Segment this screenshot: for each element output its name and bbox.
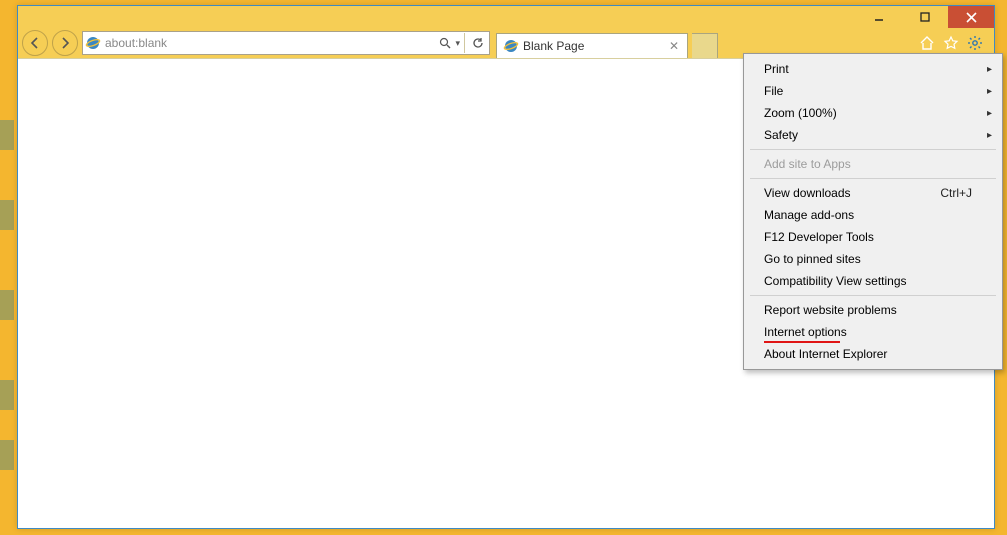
menu-item-zoom[interactable]: Zoom (100%) ▸ (746, 102, 1000, 124)
menu-item-about-ie[interactable]: About Internet Explorer (746, 343, 1000, 365)
menu-label: Zoom (100%) (764, 106, 837, 120)
maximize-button[interactable] (902, 6, 948, 28)
menu-item-view-downloads[interactable]: View downloads Ctrl+J (746, 182, 1000, 204)
home-icon[interactable] (918, 34, 936, 52)
new-tab-button[interactable] (692, 33, 718, 58)
menu-item-manage-addons[interactable]: Manage add-ons (746, 204, 1000, 226)
menu-label: Go to pinned sites (764, 252, 861, 266)
desktop-icon (0, 290, 14, 320)
menu-shortcut: Ctrl+J (940, 186, 972, 200)
menu-label: Internet options (764, 325, 847, 339)
chevron-right-icon: ▸ (987, 130, 992, 141)
tab-title: Blank Page (523, 39, 667, 53)
tools-gear-icon[interactable] (966, 34, 984, 52)
chevron-right-icon: ▸ (987, 108, 992, 119)
menu-label: Add site to Apps (764, 157, 851, 171)
tools-menu: Print ▸ File ▸ Zoom (100%) ▸ Safety ▸ Ad… (743, 53, 1003, 370)
menu-item-print[interactable]: Print ▸ (746, 58, 1000, 80)
browser-tab[interactable]: Blank Page ✕ (496, 33, 688, 58)
search-dropdown-icon[interactable]: ▾ (455, 38, 460, 49)
address-text[interactable]: about:blank (105, 36, 436, 50)
menu-label: Compatibility View settings (764, 274, 907, 288)
menu-separator (750, 149, 996, 150)
menu-item-compatibility-view[interactable]: Compatibility View settings (746, 270, 1000, 292)
back-button[interactable] (22, 30, 48, 56)
address-bar[interactable]: about:blank ▾ (82, 31, 490, 55)
menu-label: View downloads (764, 186, 851, 200)
chevron-right-icon: ▸ (987, 64, 992, 75)
tab-close-icon[interactable]: ✕ (667, 39, 681, 53)
menu-item-safety[interactable]: Safety ▸ (746, 124, 1000, 146)
menu-item-report-problems[interactable]: Report website problems (746, 299, 1000, 321)
chevron-right-icon: ▸ (987, 86, 992, 97)
window-titlebar[interactable] (18, 6, 994, 28)
menu-label: F12 Developer Tools (764, 230, 874, 244)
close-button[interactable] (948, 6, 994, 28)
menu-label: Manage add-ons (764, 208, 854, 222)
search-icon[interactable] (436, 34, 454, 52)
menu-label: Report website problems (764, 303, 897, 317)
address-bar-buttons: ▾ (436, 33, 487, 53)
separator (464, 33, 465, 53)
ie-logo-icon (85, 35, 101, 51)
menu-item-file[interactable]: File ▸ (746, 80, 1000, 102)
menu-separator (750, 295, 996, 296)
menu-item-add-site-to-apps: Add site to Apps (746, 153, 1000, 175)
menu-label: Print (764, 62, 789, 76)
toolbar-right (918, 34, 990, 52)
menu-item-f12-developer-tools[interactable]: F12 Developer Tools (746, 226, 1000, 248)
desktop-icon (0, 200, 14, 230)
menu-label: Safety (764, 128, 798, 142)
menu-item-pinned-sites[interactable]: Go to pinned sites (746, 248, 1000, 270)
desktop-icon (0, 120, 14, 150)
menu-label: About Internet Explorer (764, 347, 887, 361)
ie-logo-icon (503, 38, 519, 54)
desktop-icon (0, 380, 14, 410)
menu-label: File (764, 84, 783, 98)
desktop-icon (0, 440, 14, 470)
menu-separator (750, 178, 996, 179)
favorites-star-icon[interactable] (942, 34, 960, 52)
refresh-icon[interactable] (469, 34, 487, 52)
minimize-button[interactable] (856, 6, 902, 28)
menu-item-internet-options[interactable]: Internet options (746, 321, 1000, 343)
forward-button[interactable] (52, 30, 78, 56)
